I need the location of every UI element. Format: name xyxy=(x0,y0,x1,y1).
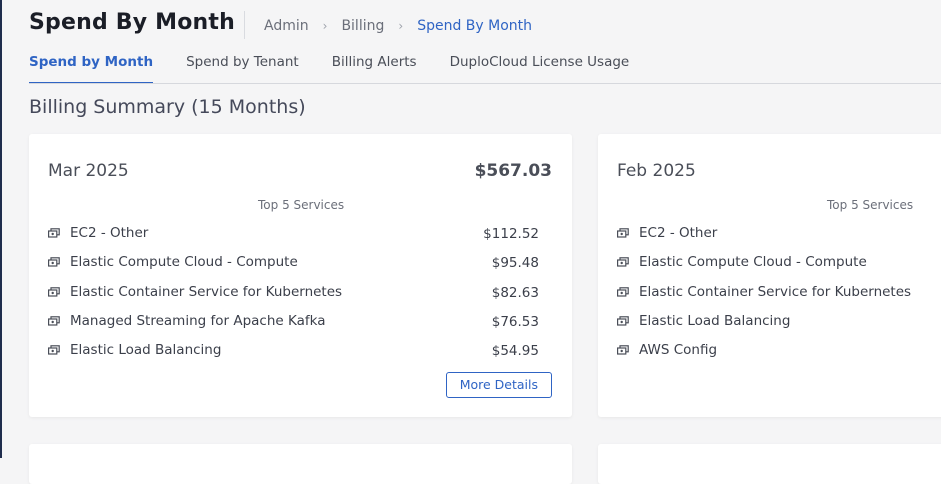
breadcrumb: Admin › Billing › Spend By Month xyxy=(264,18,532,34)
service-cost: $54.95 xyxy=(491,343,539,359)
page-header: Spend By Month Admin › Billing › Spend B… xyxy=(0,0,941,84)
service-name: EC2 - Other xyxy=(70,225,149,241)
service-name: AWS Config xyxy=(639,342,718,358)
service-cost: $76.53 xyxy=(491,314,539,330)
chevron-right-icon: › xyxy=(398,19,404,33)
service-cost: $82.63 xyxy=(491,285,539,301)
service-item: Managed Streaming for Apache Kafka xyxy=(48,311,326,331)
service-item: Elastic Load Balancing xyxy=(48,340,221,360)
money-icon xyxy=(48,228,60,238)
money-icon xyxy=(617,228,629,238)
tab-spend-by-tenant[interactable]: Spend by Tenant xyxy=(186,54,299,84)
service-item: Elastic Load Balancing xyxy=(617,311,790,331)
money-icon xyxy=(617,257,629,267)
breadcrumb-billing[interactable]: Billing xyxy=(341,18,384,34)
card-total: $567.03 xyxy=(474,161,552,181)
money-icon xyxy=(48,345,60,355)
page-title: Spend By Month xyxy=(29,10,235,35)
card-month: Mar 2025 xyxy=(48,161,129,181)
money-icon xyxy=(48,287,60,297)
service-item: AWS Config xyxy=(617,340,717,360)
chevron-right-icon: › xyxy=(322,19,328,33)
service-cost: $112.52 xyxy=(483,226,539,242)
services-heading: Top 5 Services xyxy=(258,198,345,212)
service-cost: $95.48 xyxy=(491,255,539,271)
billing-card-next-row xyxy=(598,444,941,484)
service-name: Elastic Container Service for Kubernetes xyxy=(639,284,912,300)
service-item: Elastic Container Service for Kubernetes xyxy=(48,282,342,302)
service-name: Elastic Load Balancing xyxy=(70,342,222,358)
billing-card-feb-2025: Feb 2025 Top 5 Services EC2 - Other Elas… xyxy=(598,134,941,417)
breadcrumb-current: Spend By Month xyxy=(417,18,533,34)
card-month: Feb 2025 xyxy=(617,161,696,181)
service-name: Elastic Compute Cloud - Compute xyxy=(639,254,867,270)
service-item: EC2 - Other xyxy=(48,223,148,243)
service-item: EC2 - Other xyxy=(617,223,717,243)
money-icon xyxy=(48,257,60,267)
service-name: Elastic Load Balancing xyxy=(639,313,791,329)
service-item: Elastic Compute Cloud - Compute xyxy=(48,252,298,272)
money-icon xyxy=(617,287,629,297)
tab-billing-alerts[interactable]: Billing Alerts xyxy=(332,54,417,84)
service-name: Elastic Compute Cloud - Compute xyxy=(70,254,298,270)
breadcrumb-admin[interactable]: Admin xyxy=(264,18,309,34)
service-name: Elastic Container Service for Kubernetes xyxy=(70,284,343,300)
tab-license-usage[interactable]: DuploCloud License Usage xyxy=(450,54,630,84)
title-divider xyxy=(244,11,245,39)
services-heading: Top 5 Services xyxy=(827,198,914,212)
service-name: EC2 - Other xyxy=(639,225,718,241)
money-icon xyxy=(48,316,60,326)
more-details-button[interactable]: More Details xyxy=(445,372,552,398)
section-title: Billing Summary (15 Months) xyxy=(29,96,306,118)
tab-bar: Spend by Month Spend by Tenant Billing A… xyxy=(29,54,662,84)
billing-card-next-row xyxy=(29,444,572,484)
money-icon xyxy=(617,316,629,326)
service-item: Elastic Container Service for Kubernetes xyxy=(617,282,911,302)
money-icon xyxy=(617,345,629,355)
tab-spend-by-month[interactable]: Spend by Month xyxy=(29,54,154,84)
service-name: Managed Streaming for Apache Kafka xyxy=(70,313,326,329)
service-item: Elastic Compute Cloud - Compute xyxy=(617,252,867,272)
billing-card-mar-2025: Mar 2025 $567.03 Top 5 Services EC2 - Ot… xyxy=(29,134,572,417)
tabs-divider xyxy=(29,83,941,84)
